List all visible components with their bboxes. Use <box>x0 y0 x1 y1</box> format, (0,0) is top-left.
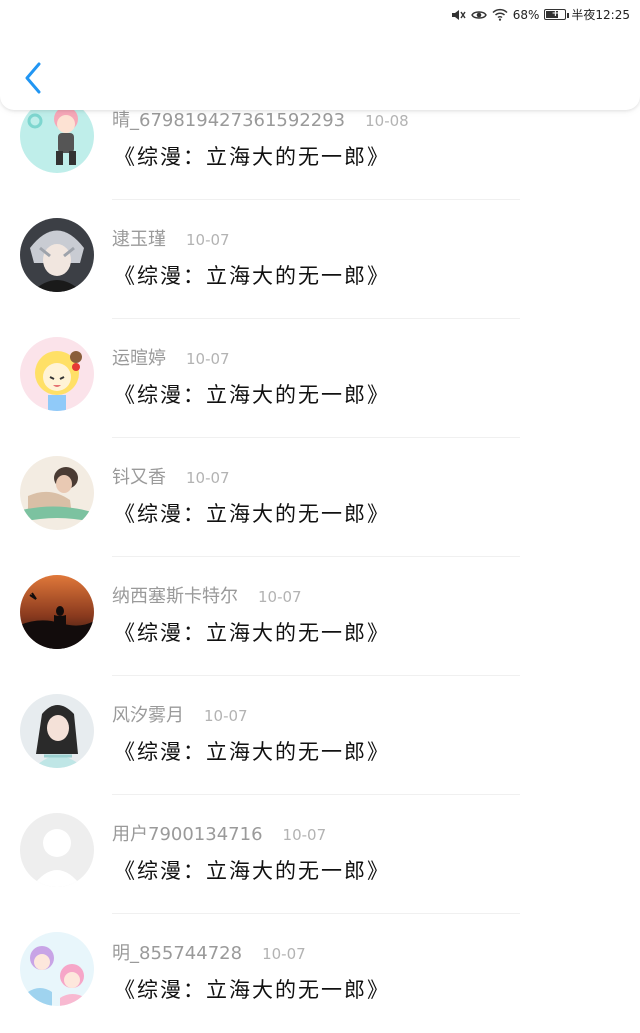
eye-icon <box>470 9 487 21</box>
book-title[interactable]: 《综漫：立海大的无一郎》 <box>114 141 390 171</box>
avatar[interactable] <box>20 813 94 887</box>
book-title[interactable]: 《综漫：立海大的无一郎》 <box>114 498 390 528</box>
clock: 半夜12:25 <box>571 8 630 22</box>
read-date: 10-07 <box>186 231 230 249</box>
book-title[interactable]: 《综漫：立海大的无一郎》 <box>114 974 390 1004</box>
reader-name: 明_855744728 <box>112 943 243 964</box>
book-title[interactable]: 《综漫：立海大的无一郎》 <box>114 260 390 290</box>
reader-meta: 风汐雾月 10-07 <box>112 701 248 727</box>
battery-percent: 68% <box>512 7 540 22</box>
list-item[interactable]: 用户7900134716 10-07 《综漫：立海大的无一郎》 <box>0 795 640 914</box>
book-title[interactable]: 《综漫：立海大的无一郎》 <box>114 855 390 885</box>
wifi-icon <box>492 8 508 21</box>
read-date: 10-07 <box>258 588 302 606</box>
reader-meta: 运暄婷 10-07 <box>112 344 230 370</box>
list-item[interactable]: 明_855744728 10-07 《综漫：立海大的无一郎》 <box>0 914 640 1033</box>
reader-name: 运暄婷 <box>112 348 166 369</box>
read-date: 10-07 <box>186 469 230 487</box>
reader-meta: 钭又香 10-07 <box>112 463 230 489</box>
reader-name: 纳西塞斯卡特尔 <box>112 586 238 607</box>
list-item[interactable]: 钭又香 10-07 《综漫：立海大的无一郎》 <box>0 438 640 557</box>
reader-name: 用户7900134716 <box>112 824 263 845</box>
reader-list: 晴_6798194273615922​93 10-08 《综漫：立海大的无一郎》… <box>0 81 640 1033</box>
book-title[interactable]: 《综漫：立海大的无一郎》 <box>114 736 390 766</box>
reader-meta: 用户7900134716 10-07 <box>112 820 326 846</box>
chevron-left-icon <box>25 62 41 94</box>
reader-meta: 逮玉瑾 10-07 <box>112 225 230 251</box>
avatar[interactable] <box>20 99 94 173</box>
status-bar: 68% + 半夜12:25 <box>0 0 640 30</box>
avatar[interactable] <box>20 337 94 411</box>
reader-name: 钭又香 <box>112 467 166 488</box>
read-date: 10-07 <box>262 945 306 963</box>
reader-meta: 纳西塞斯卡特尔 10-07 <box>112 582 302 608</box>
back-button[interactable] <box>18 58 48 98</box>
list-item[interactable]: 风汐雾月 10-07 《综漫：立海大的无一郎》 <box>0 676 640 795</box>
avatar[interactable] <box>20 694 94 768</box>
avatar[interactable] <box>20 456 94 530</box>
reader-meta: 明_855744728 10-07 <box>112 939 306 965</box>
list-item[interactable]: 逮玉瑾 10-07 《综漫：立海大的无一郎》 <box>0 200 640 319</box>
list-item[interactable]: 运暄婷 10-07 《综漫：立海大的无一郎》 <box>0 319 640 438</box>
mute-icon <box>450 8 466 22</box>
list-item[interactable]: 纳西塞斯卡特尔 10-07 《综漫：立海大的无一郎》 <box>0 557 640 676</box>
avatar[interactable] <box>20 218 94 292</box>
battery-icon: + <box>544 9 570 20</box>
reader-name: 风汐雾月 <box>112 705 184 726</box>
read-date: 10-07 <box>204 707 248 725</box>
reader-name: 逮玉瑾 <box>112 229 166 250</box>
status-icons: 68% + 半夜12:25 <box>450 6 630 23</box>
book-title[interactable]: 《综漫：立海大的无一郎》 <box>114 617 390 647</box>
book-title[interactable]: 《综漫：立海大的无一郎》 <box>114 379 390 409</box>
avatar[interactable] <box>20 932 94 1006</box>
read-date: 10-07 <box>282 826 327 844</box>
read-date: 10-07 <box>186 350 230 368</box>
read-date: 10-08 <box>365 112 409 130</box>
avatar[interactable] <box>20 575 94 649</box>
